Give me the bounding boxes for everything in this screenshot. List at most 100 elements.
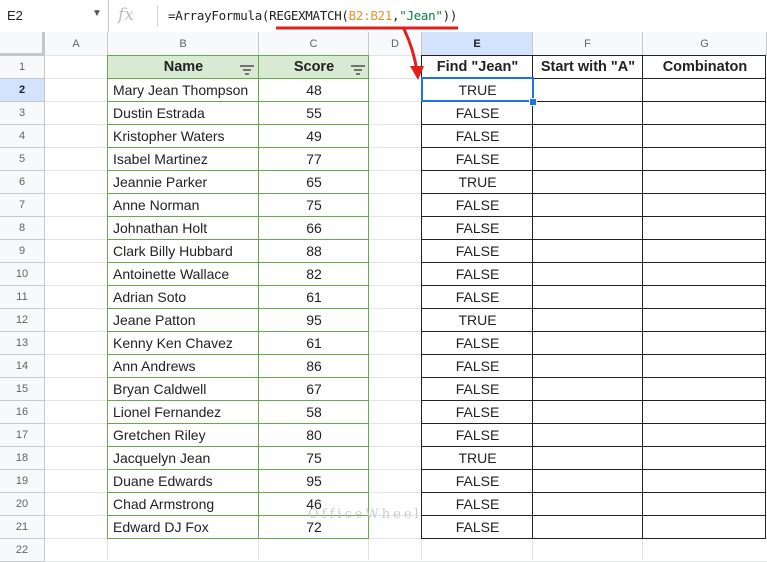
column-header-e[interactable]: E [422,32,533,56]
cell-score[interactable]: 95 [259,470,369,493]
name-box[interactable]: E2 ▼ [0,0,109,32]
row-header-3[interactable]: 3 [0,102,45,125]
cell-combination[interactable] [643,125,767,148]
cell-start-with-a[interactable] [533,378,643,401]
cell-combination[interactable] [643,286,767,309]
filter-icon[interactable] [240,63,254,75]
cell-combination[interactable] [643,447,767,470]
formula-input[interactable]: =ArrayFormula(REGEXMATCH(B2:B21,"Jean")) [168,8,457,23]
cell-name[interactable]: Gretchen Riley [113,424,258,447]
cell-start-with-a[interactable] [533,286,643,309]
cell-combination[interactable] [643,378,767,401]
column-header-d[interactable]: D [369,32,422,56]
cell-score[interactable]: 67 [259,378,369,401]
cell-find-jean[interactable]: FALSE [422,240,533,263]
chevron-down-icon[interactable]: ▼ [92,8,102,19]
column-header-c[interactable]: C [259,32,369,56]
cell-start-with-a[interactable] [533,102,643,125]
cell-score[interactable]: 49 [259,125,369,148]
row-header-22[interactable]: 22 [0,539,45,562]
cell-find-jean[interactable]: FALSE [422,194,533,217]
row-header-2[interactable]: 2 [0,79,45,102]
cell-combination[interactable] [643,424,767,447]
cell-score[interactable]: 88 [259,240,369,263]
cell-name[interactable]: Jeannie Parker [113,171,258,194]
cell-start-with-a[interactable] [533,125,643,148]
cell-start-with-a[interactable] [533,148,643,171]
cell-find-jean[interactable]: FALSE [422,378,533,401]
cell-name[interactable]: Lionel Fernandez [113,401,258,424]
cell-find-jean[interactable]: FALSE [422,263,533,286]
column-header-a[interactable]: A [45,32,108,56]
row-header-12[interactable]: 12 [0,309,45,332]
row-header-20[interactable]: 20 [0,493,45,516]
row-header-8[interactable]: 8 [0,217,45,240]
cell-start-with-a[interactable] [533,516,643,539]
cell-find-jean[interactable]: FALSE [422,286,533,309]
cell-find-jean[interactable]: FALSE [422,125,533,148]
column-header-g[interactable]: G [643,32,767,56]
cell-find-jean[interactable]: TRUE [422,171,533,194]
cell-name[interactable]: Chad Armstrong [113,493,258,516]
row-header-19[interactable]: 19 [0,470,45,493]
selected-cell-outline[interactable] [421,77,534,102]
cell-name[interactable]: Jacquelyn Jean [113,447,258,470]
cell-score[interactable]: 65 [259,171,369,194]
cell-find-jean[interactable]: FALSE [422,102,533,125]
cell-name[interactable]: Antoinette Wallace [113,263,258,286]
row-header-18[interactable]: 18 [0,447,45,470]
row-header-6[interactable]: 6 [0,171,45,194]
row-header-7[interactable]: 7 [0,194,45,217]
cell-name[interactable]: Ann Andrews [113,355,258,378]
cell-score[interactable]: 86 [259,355,369,378]
cell-find-jean[interactable]: FALSE [422,424,533,447]
cell-name[interactable]: Adrian Soto [113,286,258,309]
cell-combination[interactable] [643,217,767,240]
cell-find-jean[interactable]: FALSE [422,493,533,516]
select-all-corner[interactable] [0,32,45,56]
cell-find-jean[interactable]: FALSE [422,516,533,539]
cell-combination[interactable] [643,309,767,332]
cell-find-jean[interactable]: FALSE [422,332,533,355]
cell-score[interactable]: 80 [259,424,369,447]
cell-name[interactable]: Jeane Patton [113,309,258,332]
cell-combination[interactable] [643,171,767,194]
cell-name[interactable]: Dustin Estrada [113,102,258,125]
cell-combination[interactable] [643,401,767,424]
cell-name[interactable]: Clark Billy Hubbard [113,240,258,263]
cell-name[interactable]: Mary Jean Thompson [113,79,258,102]
cell-find-jean[interactable]: TRUE [422,309,533,332]
filter-icon[interactable] [351,63,365,75]
cell-start-with-a[interactable] [533,424,643,447]
cell-score[interactable]: 48 [259,79,369,102]
cell-combination[interactable] [643,240,767,263]
cell-start-with-a[interactable] [533,470,643,493]
cell-score[interactable]: 75 [259,447,369,470]
cell-start-with-a[interactable] [533,332,643,355]
cell-score[interactable]: 55 [259,102,369,125]
row-header-10[interactable]: 10 [0,263,45,286]
cell-find-jean[interactable]: FALSE [422,148,533,171]
cell-start-with-a[interactable] [533,240,643,263]
cell-start-with-a[interactable] [533,309,643,332]
row-header-13[interactable]: 13 [0,332,45,355]
row-header-17[interactable]: 17 [0,424,45,447]
cell-find-jean[interactable]: FALSE [422,217,533,240]
cell-combination[interactable] [643,493,767,516]
cell-score[interactable]: 61 [259,332,369,355]
cell-start-with-a[interactable] [533,263,643,286]
cell-name[interactable]: Bryan Caldwell [113,378,258,401]
cell-name[interactable]: Isabel Martinez [113,148,258,171]
cell-start-with-a[interactable] [533,447,643,470]
cell-score[interactable]: 66 [259,217,369,240]
cell-find-jean[interactable]: TRUE [422,447,533,470]
cell-combination[interactable] [643,355,767,378]
row-header-16[interactable]: 16 [0,401,45,424]
cell-start-with-a[interactable] [533,493,643,516]
cell-combination[interactable] [643,194,767,217]
cell-combination[interactable] [643,102,767,125]
cell-name[interactable]: Duane Edwards [113,470,258,493]
cell-find-jean[interactable]: FALSE [422,355,533,378]
row-header-14[interactable]: 14 [0,355,45,378]
row-header-11[interactable]: 11 [0,286,45,309]
